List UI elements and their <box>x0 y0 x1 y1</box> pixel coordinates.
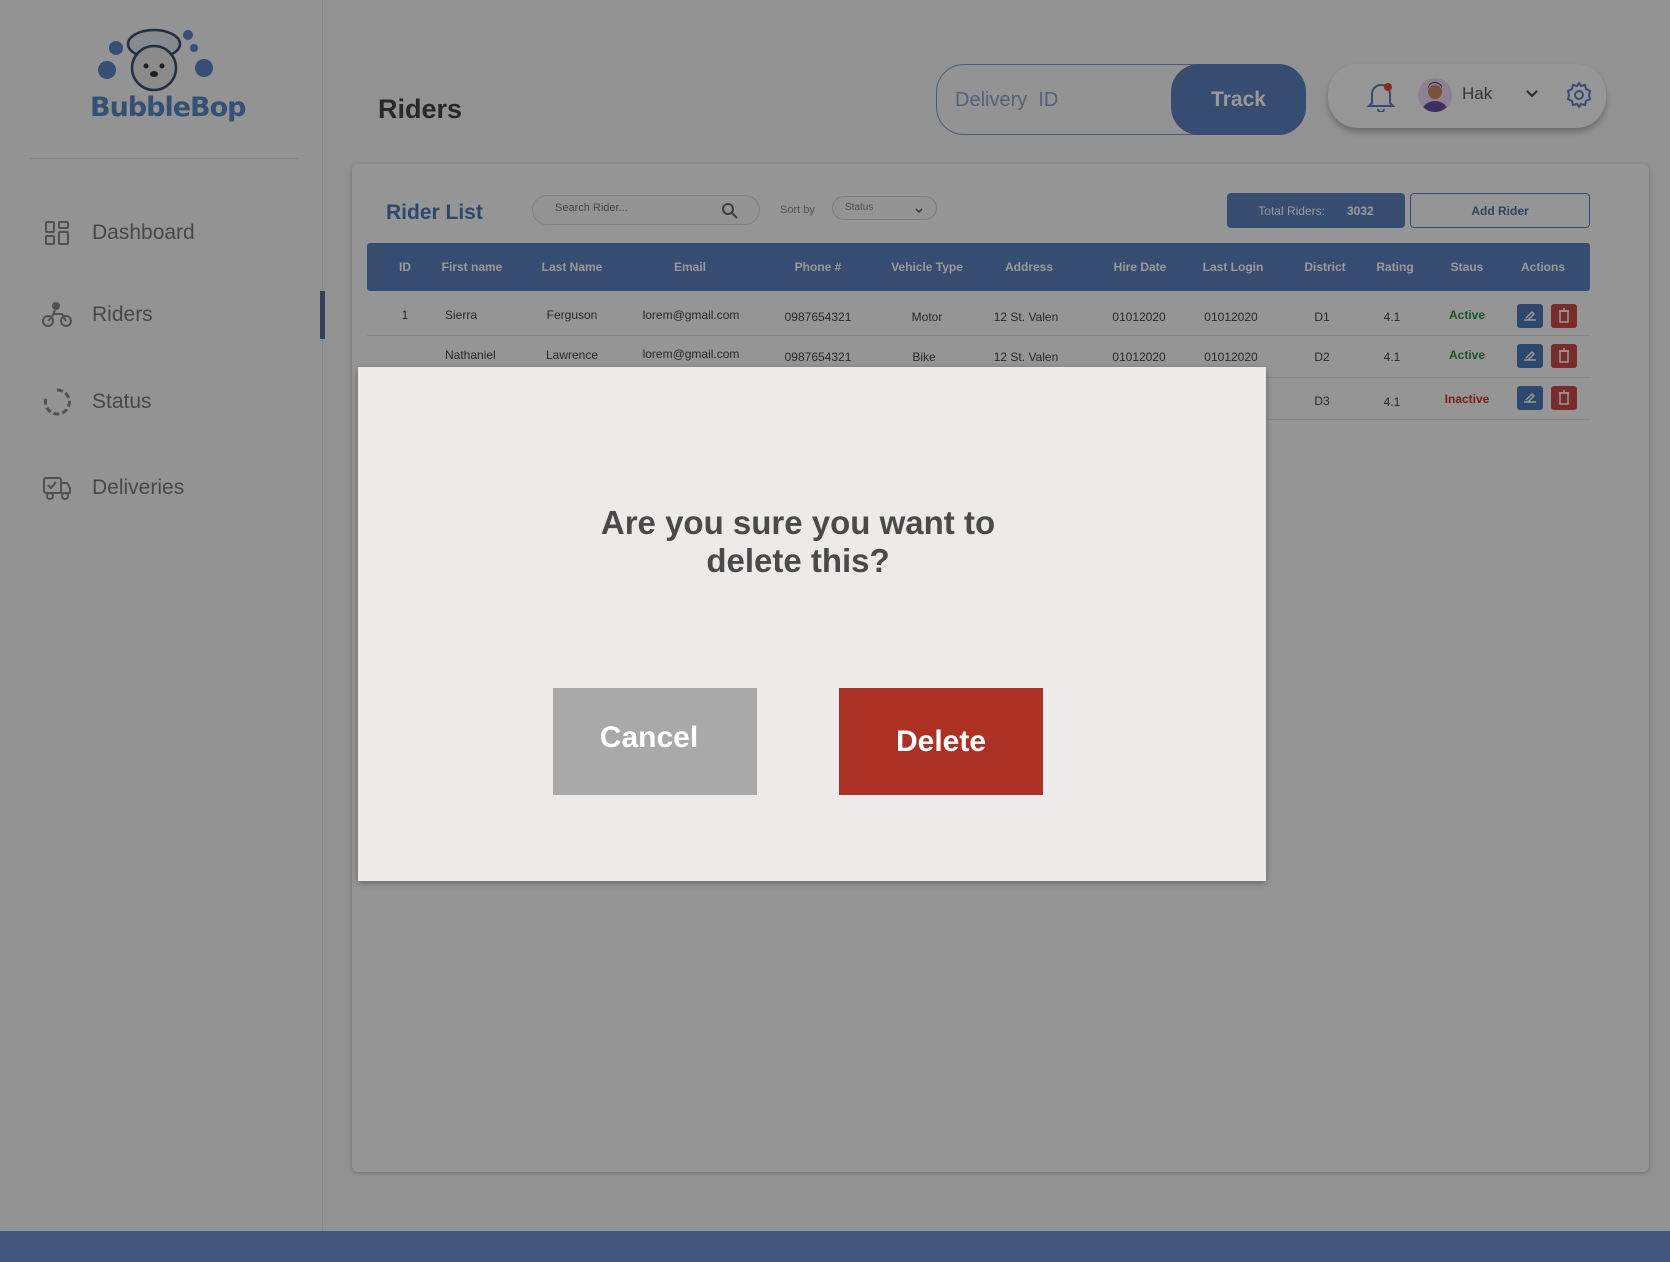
dialog-message-line1: Are you sure you want to <box>600 504 996 541</box>
delete-confirm-dialog: Are you sure you want to delete this? Ca… <box>358 367 1266 881</box>
cancel-button[interactable]: Cancel <box>553 688 757 795</box>
confirm-delete-button[interactable]: Delete <box>839 688 1043 795</box>
dialog-message: Are you sure you want to delete this? <box>358 504 1238 580</box>
dialog-message-line2: delete this? <box>706 542 890 579</box>
